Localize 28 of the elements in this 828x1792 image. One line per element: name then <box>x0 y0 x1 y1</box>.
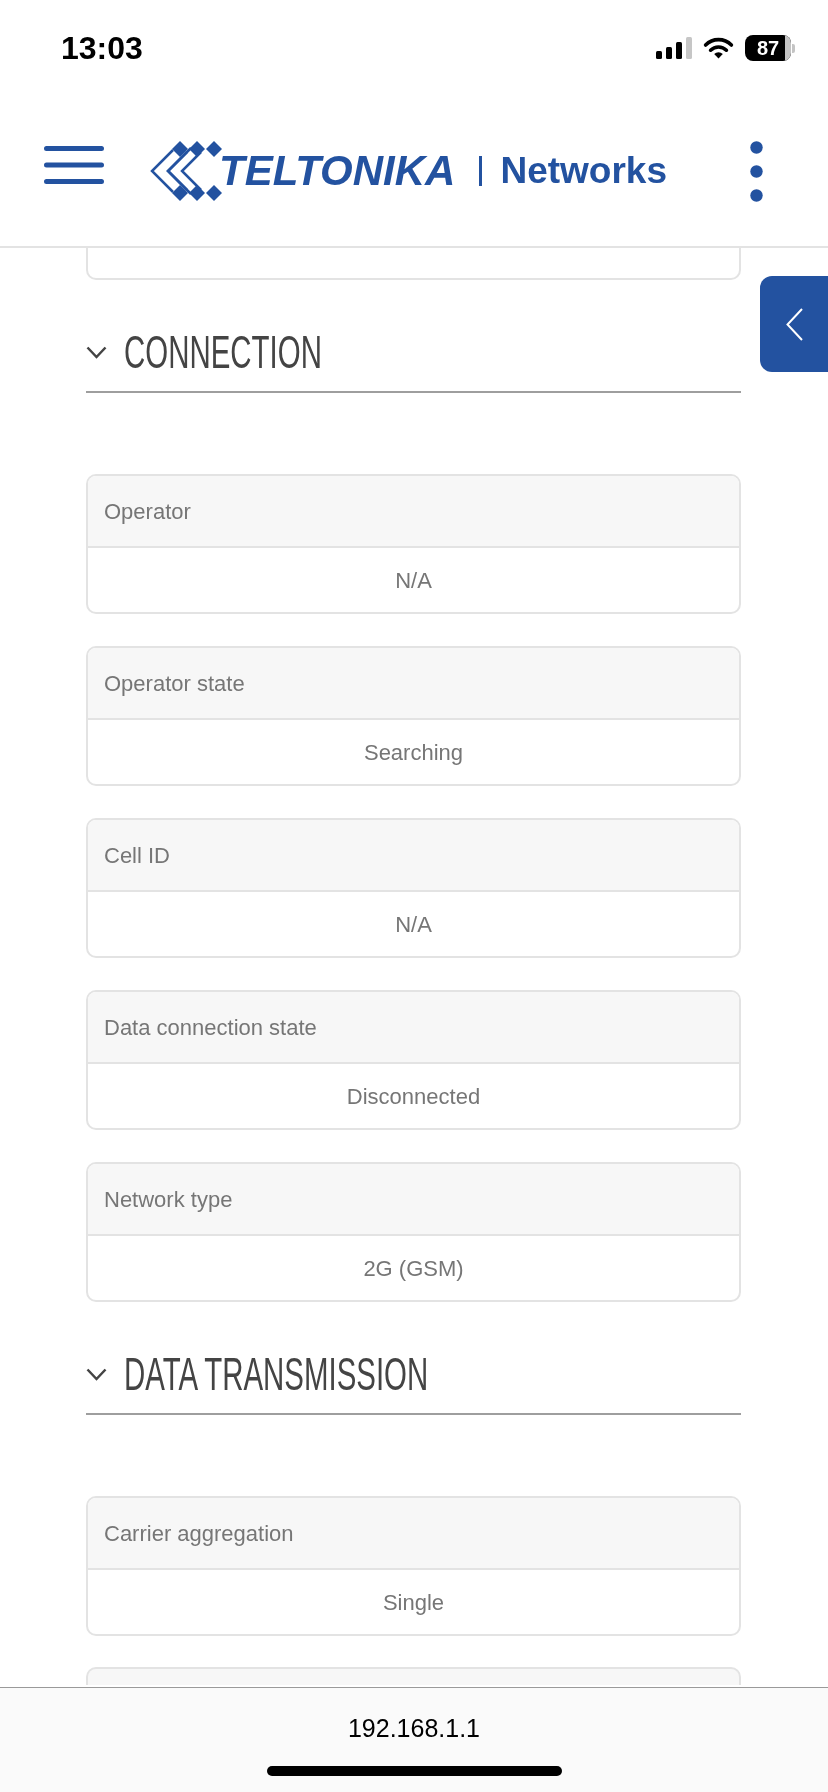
clock: 13:03 <box>61 30 143 66</box>
battery-indicator: 87 <box>745 35 795 61</box>
field-label: Operator state <box>88 648 739 720</box>
wifi-icon <box>703 37 734 59</box>
menu-icon <box>44 146 104 184</box>
product-name: Networks <box>500 149 667 193</box>
sidebar-toggle-button[interactable] <box>760 276 828 372</box>
menu-button[interactable] <box>44 146 104 184</box>
signal-icon <box>656 37 692 59</box>
field-label: Carrier aggregation <box>88 1498 739 1570</box>
field-value: Single <box>381 1588 446 1617</box>
field-value: 2G (GSM) <box>362 1254 465 1283</box>
field-value: N/A <box>394 566 433 595</box>
url-field[interactable]: 192.168.1.1 <box>347 1713 481 1743</box>
field-label: Cell ID <box>88 820 739 892</box>
chevron-left-icon <box>785 307 803 341</box>
diamond-logo-icon <box>149 140 223 202</box>
field-value: Disconnected <box>345 1082 482 1111</box>
more-options-button[interactable] <box>750 140 763 202</box>
field-value: Searching <box>362 738 465 767</box>
section-header[interactable]: CONNECTION <box>86 328 741 376</box>
field-label: Network type <box>88 1164 739 1236</box>
field-label: Operator <box>88 476 739 548</box>
more-vertical-icon <box>750 140 763 202</box>
field-label: Data connection state <box>88 992 739 1064</box>
field-value: N/A <box>394 910 433 939</box>
section-header[interactable]: DATA TRANSMISSION <box>86 1350 741 1398</box>
brand-name: TELTONIKA <box>219 147 456 195</box>
